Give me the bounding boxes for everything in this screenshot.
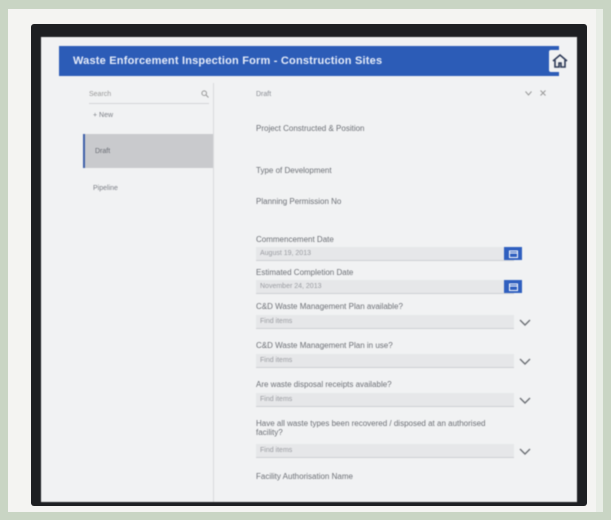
waste-recovered-dropdown[interactable]: Find items bbox=[256, 444, 514, 458]
chevron-down-icon[interactable] bbox=[518, 395, 532, 405]
form-fields: Project Constructed & Position Type of D… bbox=[256, 87, 556, 502]
sidebar-item-label: Pipeline bbox=[93, 184, 118, 192]
sidebar: Search + New Draft Pipeline bbox=[83, 83, 214, 502]
field-label-planning-permission: Planning Permission No bbox=[256, 197, 342, 206]
sidebar-item-label: Draft bbox=[95, 147, 111, 155]
field-label-project: Project Constructed & Position bbox=[256, 124, 365, 133]
dropdown-value: Find items bbox=[260, 396, 293, 403]
commencement-date-field[interactable]: August 19, 2013 bbox=[256, 247, 514, 261]
search-placeholder: Search bbox=[89, 90, 112, 98]
dropdown-value: Find items bbox=[260, 357, 293, 364]
sidebar-item-draft[interactable]: Draft bbox=[83, 134, 213, 168]
disposal-receipts-dropdown[interactable]: Find items bbox=[256, 393, 514, 407]
cdwmp-in-use-dropdown[interactable]: Find items bbox=[256, 354, 514, 368]
title-bar: Waste Enforcement Inspection Form - Cons… bbox=[59, 46, 571, 76]
field-label-development-type: Type of Development bbox=[256, 166, 332, 175]
field-label-cdwmp-available: C&D Waste Management Plan available? bbox=[256, 302, 403, 311]
sidebar-item-pipeline[interactable]: Pipeline bbox=[83, 174, 213, 202]
app-title: Waste Enforcement Inspection Form - Cons… bbox=[73, 55, 383, 67]
sidebar-item-new[interactable]: + New bbox=[83, 104, 213, 126]
commencement-date-value: August 19, 2013 bbox=[260, 250, 311, 257]
completion-date-field[interactable]: November 24, 2013 bbox=[256, 280, 514, 294]
dropdown-value: Find items bbox=[260, 447, 293, 454]
completion-date-value: November 24, 2013 bbox=[260, 283, 322, 290]
field-label-completion-date: Estimated Completion Date bbox=[256, 268, 354, 277]
chevron-down-icon[interactable] bbox=[518, 317, 532, 327]
field-label-commencement-date: Commencement Date bbox=[256, 235, 334, 244]
search-box[interactable]: Search bbox=[89, 85, 209, 104]
commencement-date-picker-button[interactable] bbox=[504, 247, 522, 260]
screen: Waste Enforcement Inspection Form - Cons… bbox=[41, 37, 577, 502]
sidebar-item-label: + New bbox=[93, 111, 114, 119]
calendar-icon bbox=[508, 250, 518, 258]
field-label-facility-authorisation: Facility Authorisation Name bbox=[256, 472, 353, 481]
field-label-disposal-receipts: Are waste disposal receipts available? bbox=[256, 380, 392, 389]
calendar-icon bbox=[508, 283, 518, 291]
chevron-down-icon[interactable] bbox=[518, 446, 532, 456]
chevron-down-icon[interactable] bbox=[518, 356, 532, 366]
home-icon bbox=[552, 53, 568, 68]
field-label-waste-recovered: Have all waste types been recovered / di… bbox=[256, 419, 486, 437]
completion-date-picker-button[interactable] bbox=[504, 280, 522, 293]
search-icon bbox=[201, 90, 209, 98]
field-label-cdwmp-in-use: C&D Waste Management Plan in use? bbox=[256, 341, 393, 350]
home-button[interactable] bbox=[549, 50, 571, 72]
cdwmp-available-dropdown[interactable]: Find items bbox=[256, 315, 514, 329]
photo-edge bbox=[596, 9, 603, 512]
dropdown-value: Find items bbox=[260, 318, 293, 325]
